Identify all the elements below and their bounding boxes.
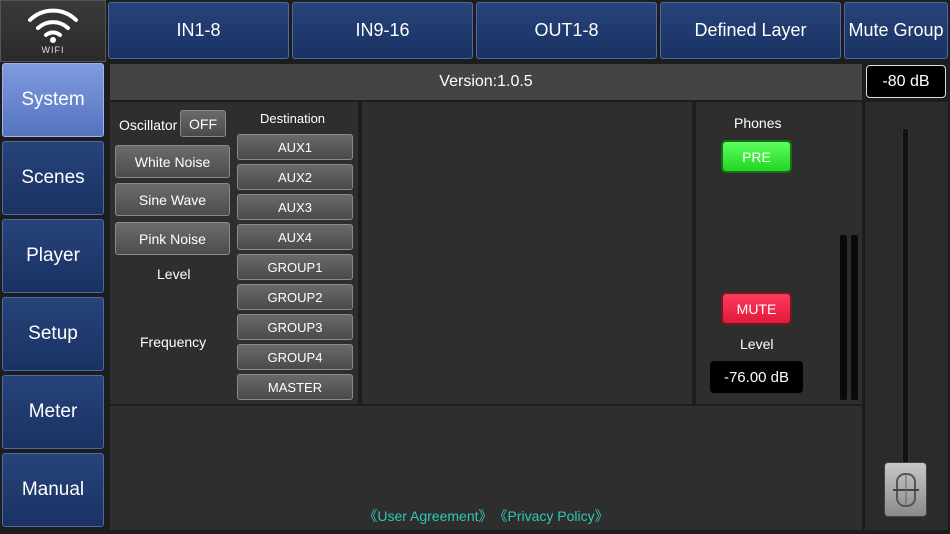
destination-label: Destination <box>260 111 326 126</box>
destination-group4-button[interactable]: GROUP4 <box>237 344 353 370</box>
phones-pre-button[interactable]: PRE <box>721 140 792 173</box>
center-panel <box>362 102 692 404</box>
sidebar-item-scenes[interactable]: Scenes <box>2 141 104 215</box>
tab-in1-8[interactable]: IN1-8 <box>108 2 289 59</box>
pink-noise-button[interactable]: Pink Noise <box>115 222 230 255</box>
master-db-display: -80 dB <box>866 65 946 98</box>
white-noise-button[interactable]: White Noise <box>115 145 230 178</box>
destination-group3-button[interactable]: GROUP3 <box>237 314 353 340</box>
fader-handle[interactable] <box>884 462 927 517</box>
destination-group2-button[interactable]: GROUP2 <box>237 284 353 310</box>
phones-meter-right <box>851 235 858 400</box>
sidebar-item-system[interactable]: System <box>2 63 104 137</box>
version-bar: Version:1.0.5 <box>110 64 862 100</box>
destination-master-button[interactable]: MASTER <box>237 374 353 400</box>
user-agreement-link[interactable]: 《User Agreement》 <box>363 508 492 524</box>
wifi-label: WIFI <box>41 45 65 55</box>
phones-meter-left <box>840 235 847 400</box>
destination-aux3-button[interactable]: AUX3 <box>237 194 353 220</box>
wifi-indicator[interactable]: WIFI <box>0 0 106 62</box>
tab-mute-group[interactable]: Mute Group <box>844 2 948 59</box>
destination-aux2-button[interactable]: AUX2 <box>237 164 353 190</box>
privacy-policy-link[interactable]: 《Privacy Policy》 <box>501 508 609 524</box>
footer-links: 《User Agreement》 《Privacy Policy》 <box>110 506 862 526</box>
destination-aux1-button[interactable]: AUX1 <box>237 134 353 160</box>
version-label: Version:1.0.5 <box>439 73 533 90</box>
wifi-icon <box>28 8 78 43</box>
fader-track[interactable] <box>902 128 909 518</box>
destination-aux4-button[interactable]: AUX4 <box>237 224 353 250</box>
tab-in9-16[interactable]: IN9-16 <box>292 2 473 59</box>
oscillator-frequency-label: Frequency <box>140 334 207 350</box>
sidebar-item-player[interactable]: Player <box>2 219 104 293</box>
sidebar-item-manual[interactable]: Manual <box>2 453 104 527</box>
oscillator-label: Oscillator <box>119 117 178 133</box>
phones-level-display: -76.00 dB <box>710 361 803 393</box>
tab-out1-8[interactable]: OUT1-8 <box>476 2 657 59</box>
sidebar-item-setup[interactable]: Setup <box>2 297 104 371</box>
fader-grip-icon <box>892 472 919 507</box>
sidebar-item-meter[interactable]: Meter <box>2 375 104 449</box>
phones-mute-button[interactable]: MUTE <box>721 292 792 325</box>
phones-level-label: Level <box>740 336 774 352</box>
oscillator-level-label: Level <box>157 266 191 282</box>
tab-defined-layer[interactable]: Defined Layer <box>660 2 841 59</box>
destination-group1-button[interactable]: GROUP1 <box>237 254 353 280</box>
sine-wave-button[interactable]: Sine Wave <box>115 183 230 216</box>
oscillator-toggle[interactable]: OFF <box>180 110 226 137</box>
phones-label: Phones <box>734 115 782 131</box>
